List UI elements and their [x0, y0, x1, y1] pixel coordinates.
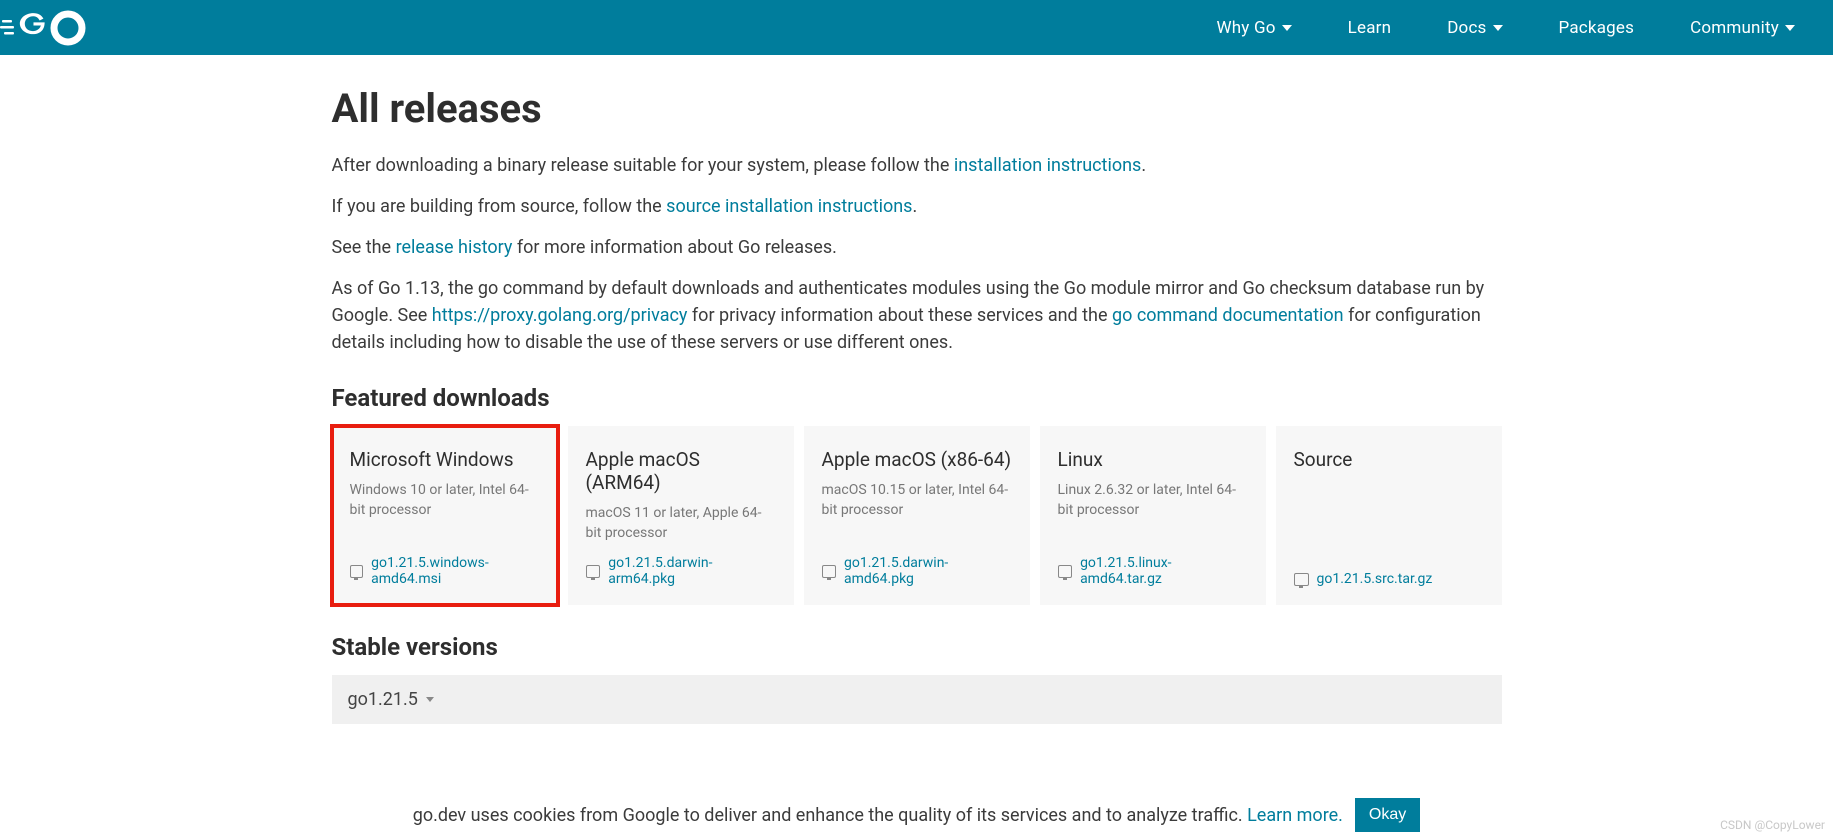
card-title: Apple macOS (ARM64) — [586, 448, 776, 494]
card-file-link[interactable]: go1.21.5.linux-amd64.tar.gz — [1058, 555, 1248, 587]
download-card[interactable]: Microsoft Windows Windows 10 or later, In… — [332, 426, 558, 605]
card-title: Source — [1294, 448, 1484, 471]
nav-item-learn[interactable]: Learn — [1320, 0, 1420, 55]
download-card[interactable]: Linux Linux 2.6.32 or later, Intel 64-bit… — [1040, 426, 1266, 605]
nav-item-packages[interactable]: Packages — [1531, 0, 1663, 55]
card-file-link[interactable]: go1.21.5.windows-amd64.msi — [350, 555, 540, 587]
cookie-okay-button[interactable]: Okay — [1355, 798, 1420, 832]
card-title: Apple macOS (x86-64) — [822, 448, 1012, 471]
card-title: Microsoft Windows — [350, 448, 540, 471]
card-desc: macOS 11 or later, Apple 64-bit processo… — [586, 504, 776, 543]
download-icon — [586, 565, 601, 578]
card-desc: Windows 10 or later, Intel 64-bit proces… — [350, 481, 540, 543]
download-card[interactable]: Apple macOS (x86-64) macOS 10.15 or later… — [804, 426, 1030, 605]
download-icon — [822, 565, 837, 578]
chevron-down-icon — [1282, 25, 1292, 31]
card-file-link[interactable]: go1.21.5.src.tar.gz — [1294, 571, 1484, 587]
download-card[interactable]: Apple macOS (ARM64) macOS 11 or later, Ap… — [568, 426, 794, 605]
card-desc — [1294, 481, 1484, 559]
nav-item-community[interactable]: Community — [1662, 0, 1823, 55]
chevron-down-icon — [1785, 25, 1795, 31]
card-title: Linux — [1058, 448, 1248, 471]
cookie-learn-more[interactable]: Learn more. — [1247, 805, 1343, 826]
intro-para-3: See the release history for more informa… — [332, 234, 1502, 261]
stable-version-row[interactable]: go1.21.5 — [332, 675, 1502, 724]
chevron-down-icon — [426, 697, 434, 702]
download-icon — [350, 565, 364, 578]
nav-item-why-go[interactable]: Why Go — [1188, 0, 1319, 55]
download-card[interactable]: Source go1.21.5.src.tar.gz — [1276, 426, 1502, 605]
header-bar: Why GoLearnDocsPackagesCommunity — [0, 0, 1833, 55]
featured-heading: Featured downloads — [332, 384, 1502, 412]
card-file-link[interactable]: go1.21.5.darwin-amd64.pkg — [822, 555, 1012, 587]
link-install-instructions[interactable]: installation instructions — [954, 155, 1141, 176]
card-desc: macOS 10.15 or later, Intel 64-bit proce… — [822, 481, 1012, 543]
download-icon — [1058, 565, 1073, 578]
stable-heading: Stable versions — [332, 633, 1502, 661]
cookie-text: go.dev uses cookies from Google to deliv… — [413, 805, 1343, 826]
link-release-history[interactable]: release history — [396, 237, 513, 258]
intro-para-4: As of Go 1.13, the go command by default… — [332, 275, 1502, 356]
nav-item-docs[interactable]: Docs — [1419, 0, 1530, 55]
chevron-down-icon — [1493, 25, 1503, 31]
page-title: All releases — [332, 85, 1502, 132]
intro-para-1: After downloading a binary release suita… — [332, 152, 1502, 179]
link-go-cmd-doc[interactable]: go command documentation — [1112, 305, 1344, 326]
go-logo[interactable] — [0, 10, 110, 46]
link-source-install[interactable]: source installation instructions — [666, 196, 912, 217]
card-desc: Linux 2.6.32 or later, Intel 64-bit proc… — [1058, 481, 1248, 543]
link-proxy-privacy[interactable]: https://proxy.golang.org/privacy — [432, 305, 688, 326]
cookie-banner: go.dev uses cookies from Google to deliv… — [0, 780, 1833, 838]
card-file-link[interactable]: go1.21.5.darwin-arm64.pkg — [586, 555, 776, 587]
stable-version-label: go1.21.5 — [348, 689, 418, 710]
download-icon — [1294, 573, 1309, 586]
intro-para-2: If you are building from source, follow … — [332, 193, 1502, 220]
watermark: CSDN @CopyLower — [1720, 818, 1825, 832]
main-content: All releases After downloading a binary … — [292, 85, 1542, 724]
featured-cards: Microsoft Windows Windows 10 or later, In… — [332, 426, 1502, 605]
